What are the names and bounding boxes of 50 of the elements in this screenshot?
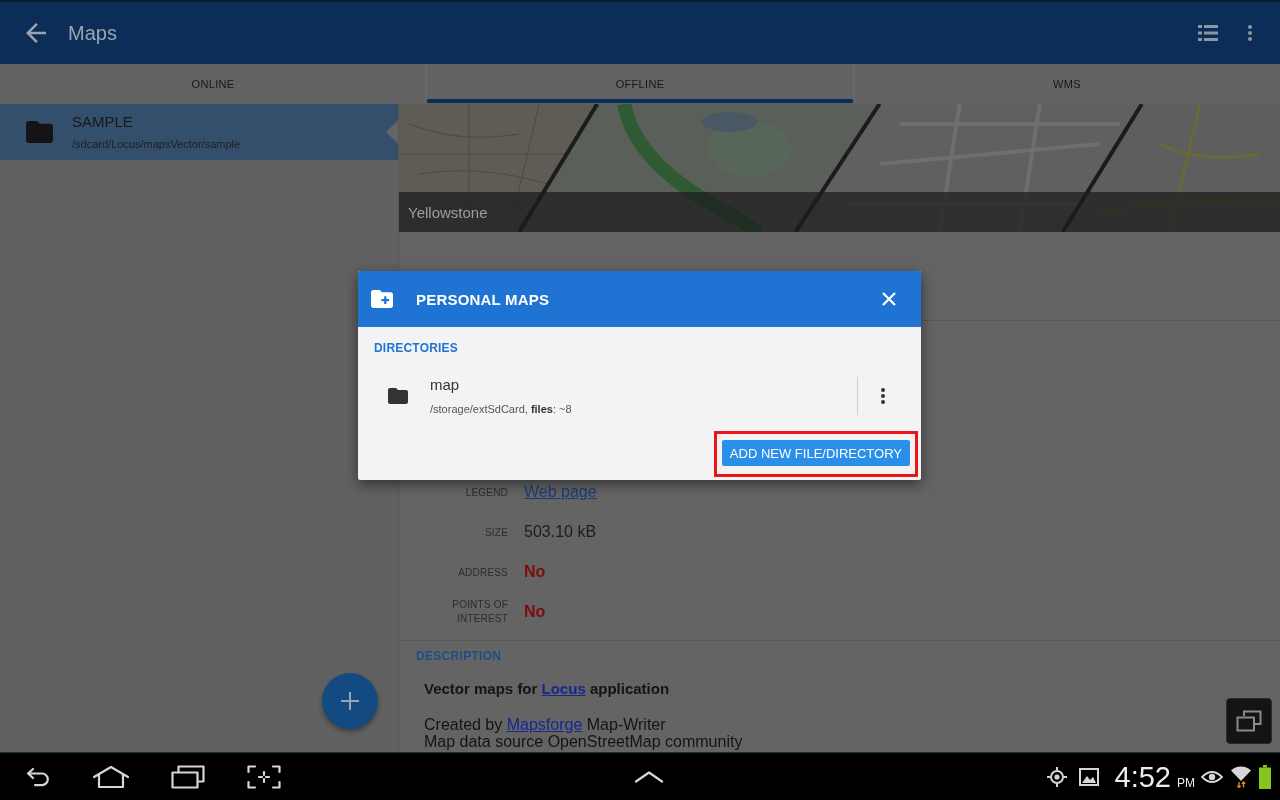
item-title: map [430,376,460,394]
map-caption: Yellowstone [408,203,488,221]
back-icon[interactable] [26,766,51,787]
add-button[interactable] [322,673,378,729]
detail-value: No [524,603,546,621]
image-icon [1078,767,1099,786]
sidebar-item[interactable]: SAMPLE /sdcard/Locus/mapsVector/sample [0,104,398,160]
detail-value: No [524,563,546,581]
text-link[interactable]: Locus [541,680,586,697]
screenshot-icon[interactable] [247,764,281,789]
overlapping-windows-icon [1236,710,1262,732]
screen-title: Maps [68,21,117,45]
recent-apps-icon[interactable] [171,764,205,789]
location-icon [1046,766,1067,787]
battery-icon [1259,764,1271,789]
detail-label: ADDRESS [458,565,508,580]
list-view-icon[interactable] [1198,25,1218,41]
overflow-menu-icon[interactable] [1248,25,1252,41]
clock-meridiem: PM [1177,775,1195,790]
item-path: /sdcard/Locus/mapsVector/sample [72,137,241,151]
caret-up-icon[interactable] [633,770,664,783]
add-file-directory-button[interactable]: ADD NEW FILE/DIRECTORY [721,440,910,466]
detail-value: 503.10 kB [524,523,597,541]
wifi-icon [1231,765,1251,788]
plus-icon [341,692,359,710]
tab[interactable]: OFFLINE [426,64,853,103]
detail-label: POINTS OF INTEREST [451,598,508,626]
item-detail: /storage/extSdCard, files: ~8 [430,402,572,416]
multi-window-button[interactable] [1226,698,1272,744]
dialog-title: PERSONAL MAPS [416,290,550,308]
tab[interactable]: ONLINE [0,64,426,103]
more-options-icon[interactable] [880,388,885,404]
folder-icon [388,388,408,404]
web-link[interactable]: Web page [524,483,597,501]
eye-icon [1201,768,1223,785]
folder-icon [26,121,53,143]
description-lead: Vector maps for Locus application [424,679,670,699]
directory-item[interactable]: map /storage/extSdCard, files: ~8 [358,376,857,416]
detail-label: SIZE [484,525,508,540]
text-link[interactable]: Mapsforge [506,716,583,733]
item-title: SAMPLE [72,113,133,131]
folder-plus-icon [371,290,393,308]
clock-time: 4:52 [1114,759,1171,794]
description-line: Map data source OpenStreetMap community [424,733,743,750]
home-icon[interactable] [92,764,130,789]
tab[interactable]: WMS [853,64,1280,103]
section-label: DIRECTORIES [374,341,458,355]
close-icon[interactable] [882,292,896,306]
description-line: Created by Mapsforge Map-Writer [424,716,666,733]
section-heading: DESCRIPTION [416,648,502,664]
